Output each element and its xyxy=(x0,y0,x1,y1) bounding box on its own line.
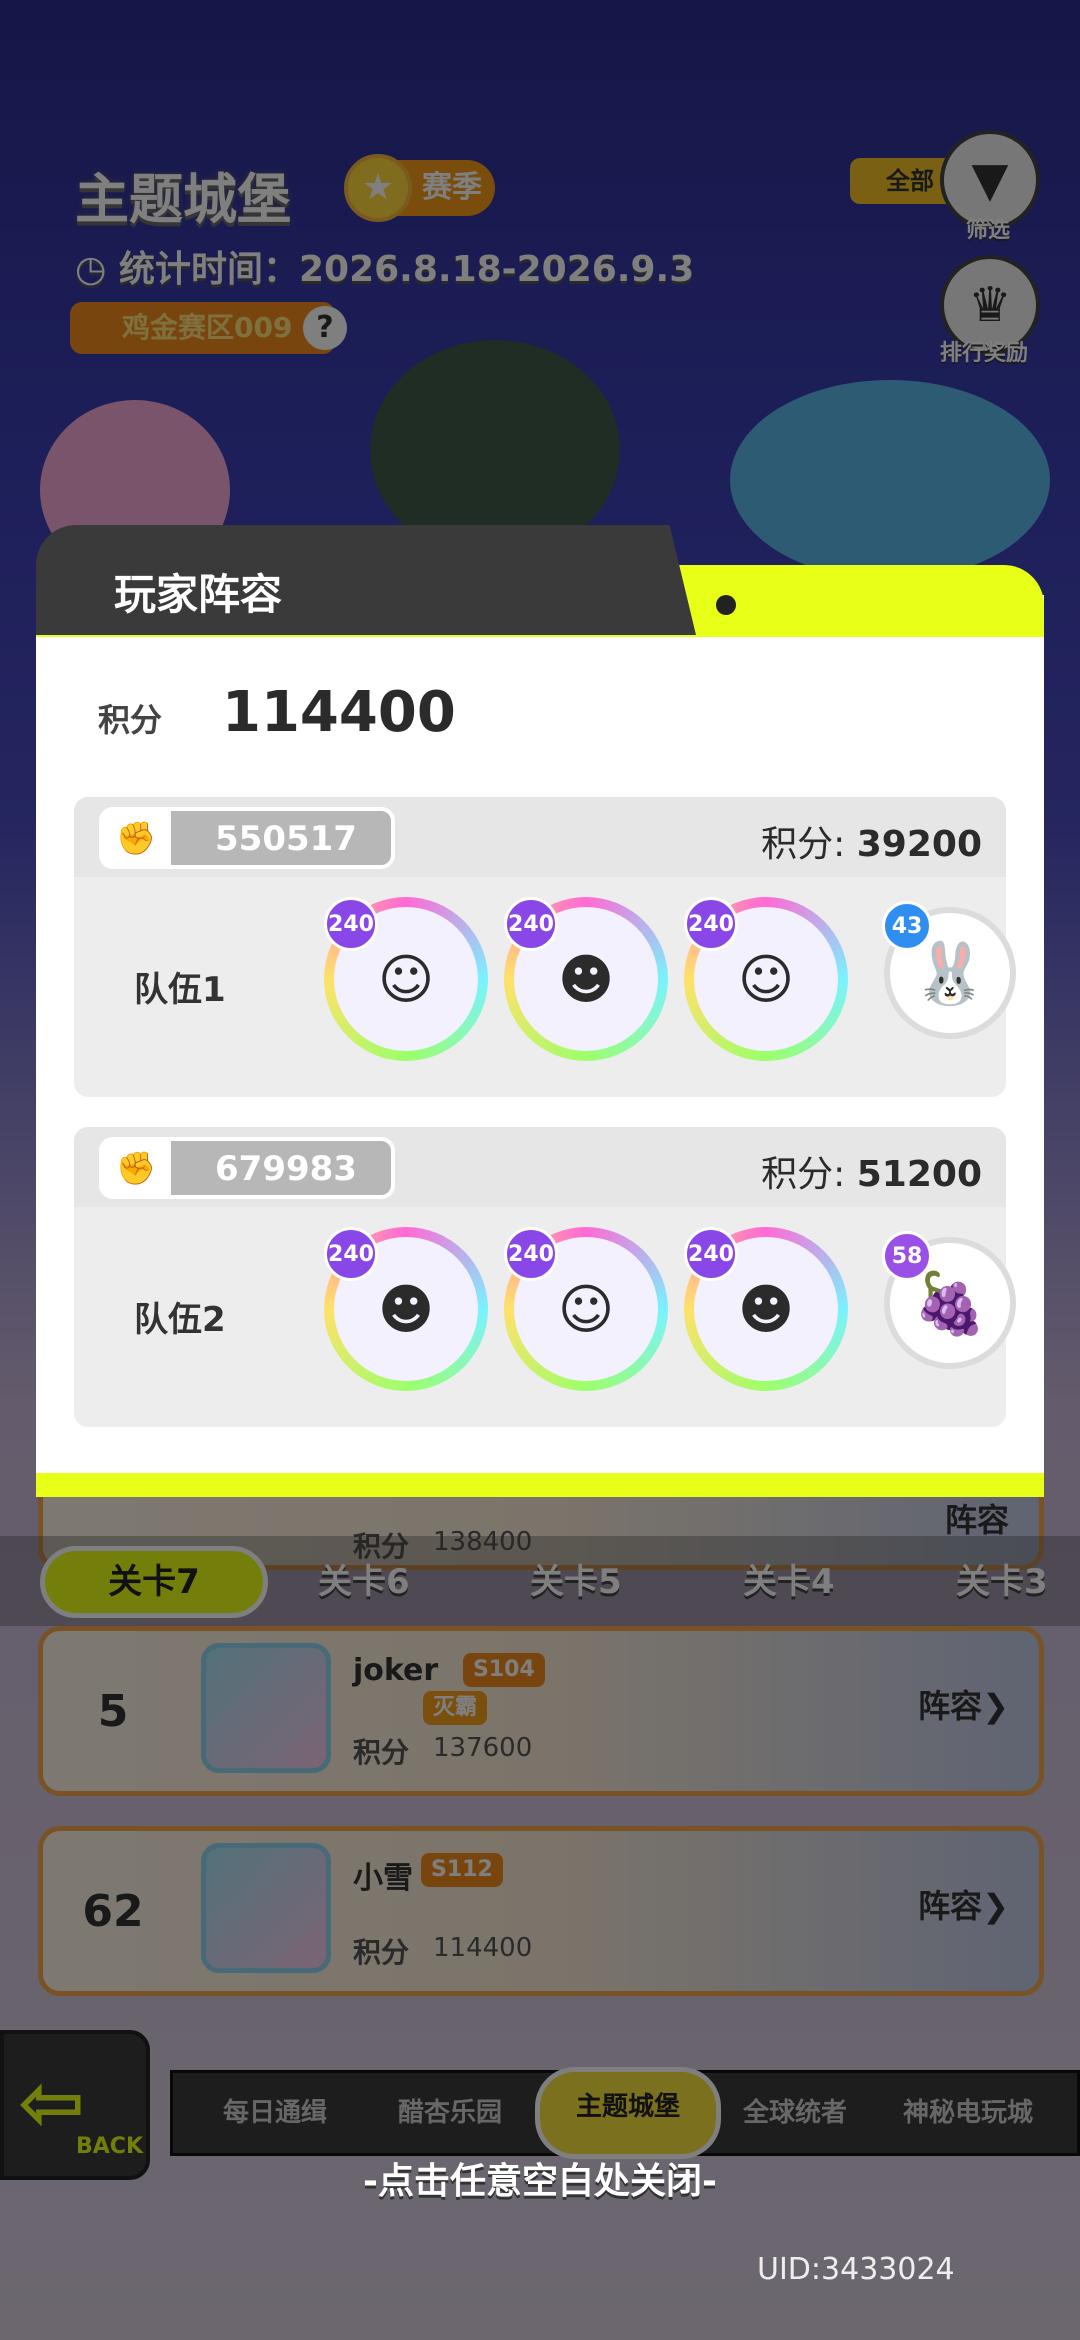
total-score-label: 积分 xyxy=(98,701,163,739)
team-id-badge: ✊ 550517 xyxy=(99,807,395,869)
team-label: 队伍2 xyxy=(134,1300,226,1340)
close-hint: -点击任意空白处关闭- xyxy=(363,2161,717,2202)
team-card: ✊ 679983 积分: 51200 队伍2 ☻ 240 ☺ 240 ☻ 240 🍇 5… xyxy=(74,1127,1016,1427)
fist-icon: ✊ xyxy=(101,809,171,867)
hero-portrait[interactable]: ☻ 240 xyxy=(684,1227,848,1391)
hero-portrait[interactable]: ☺ 240 xyxy=(324,897,488,1061)
pet-portrait[interactable]: 🍇 58 xyxy=(882,1231,1016,1369)
team-score-label: 积分: xyxy=(761,1154,846,1195)
modal-title: 玩家阵容 xyxy=(114,570,283,619)
modal-footer-stripe xyxy=(36,1473,1044,1497)
team-card: ✊ 550517 积分: 39200 队伍1 ☺ 240 ☻ 240 ☺ 240 🐰 4… xyxy=(74,797,1016,1097)
team-score-label: 积分: xyxy=(761,824,846,865)
team-id-badge: ✊ 679983 xyxy=(99,1137,395,1199)
hero-portrait[interactable]: ☺ 240 xyxy=(504,1227,668,1391)
hero-portrait[interactable]: ☻ 240 xyxy=(324,1227,488,1391)
team-id: 679983 xyxy=(215,1149,357,1189)
team-score: 积分: 51200 xyxy=(761,1145,982,1197)
total-score-value: 114400 xyxy=(222,680,456,745)
fist-icon: ✊ xyxy=(101,1139,171,1197)
hero-level: 240 xyxy=(324,897,378,951)
hero-level: 240 xyxy=(684,897,738,951)
hero-portrait[interactable]: ☺ 240 xyxy=(684,897,848,1061)
team-score-value: 51200 xyxy=(856,1154,982,1195)
decor-dot xyxy=(716,595,736,615)
lineup-modal: 玩家阵容 积分 114400 ✊ 550517 积分: 39200 队伍1 ☺ 2… xyxy=(36,525,1044,1497)
uid-label: UID:3433024 xyxy=(757,2252,955,2287)
pet-icon: 🐰 xyxy=(912,938,988,1009)
pet-level: 43 xyxy=(882,901,932,951)
team-label: 队伍1 xyxy=(134,970,226,1010)
hero-portrait[interactable]: ☻ 240 xyxy=(504,897,668,1061)
hero-level: 240 xyxy=(684,1227,738,1281)
hero-level: 240 xyxy=(504,897,558,951)
pet-portrait[interactable]: 🐰 43 xyxy=(882,901,1016,1039)
pet-icon: 🍇 xyxy=(912,1268,988,1339)
team-id: 550517 xyxy=(215,819,357,859)
hero-level: 240 xyxy=(504,1227,558,1281)
hero-level: 240 xyxy=(324,1227,378,1281)
team-score: 积分: 39200 xyxy=(761,815,982,867)
pet-level: 58 xyxy=(882,1231,932,1281)
team-score-value: 39200 xyxy=(856,824,982,865)
